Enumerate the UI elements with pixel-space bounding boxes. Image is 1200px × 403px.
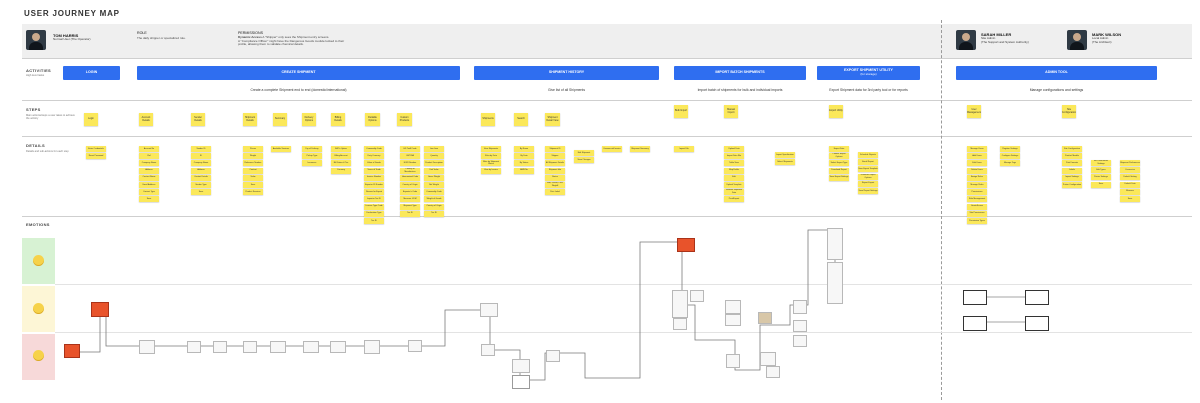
screen-mock: [270, 341, 286, 353]
screen-mock: [827, 262, 843, 304]
screen-mock: [1025, 290, 1049, 305]
screen-mock: [725, 314, 741, 326]
screen-mock: [512, 375, 530, 389]
screen-mock: [672, 290, 688, 318]
screen-mock: [793, 335, 807, 347]
journey-path: [78, 229, 836, 381]
screen-mock: [187, 341, 201, 353]
screen-mock: [725, 300, 741, 314]
screen-mock: [330, 341, 346, 353]
screen-mock: [758, 312, 772, 324]
screen-mock: [213, 341, 227, 353]
screen-mock: [673, 318, 687, 330]
screen-mock: [139, 340, 155, 354]
screen-mock: [793, 320, 807, 332]
journey-image: [64, 344, 80, 358]
screen-mock: [408, 340, 422, 352]
screen-mock: [243, 341, 257, 353]
screen-mock: [1025, 316, 1049, 331]
screen-mock: [963, 316, 987, 331]
screen-mock: [726, 354, 740, 368]
screen-mock: [364, 340, 380, 354]
screen-mock: [546, 350, 560, 362]
screen-mock: [690, 290, 704, 302]
screen-mock: [793, 300, 807, 314]
screen-mock: [512, 359, 530, 373]
screen-mock: [303, 341, 319, 353]
emotion-journey-line: [78, 229, 1030, 381]
screen-mock: [827, 228, 843, 260]
screen-mock: [766, 366, 780, 378]
screen-mock: [760, 352, 776, 366]
screen-mock: [481, 344, 495, 356]
screen-mock: [480, 303, 498, 317]
screen-mock: [963, 290, 987, 305]
journey-image: [677, 238, 695, 252]
journey-image: [91, 302, 109, 317]
